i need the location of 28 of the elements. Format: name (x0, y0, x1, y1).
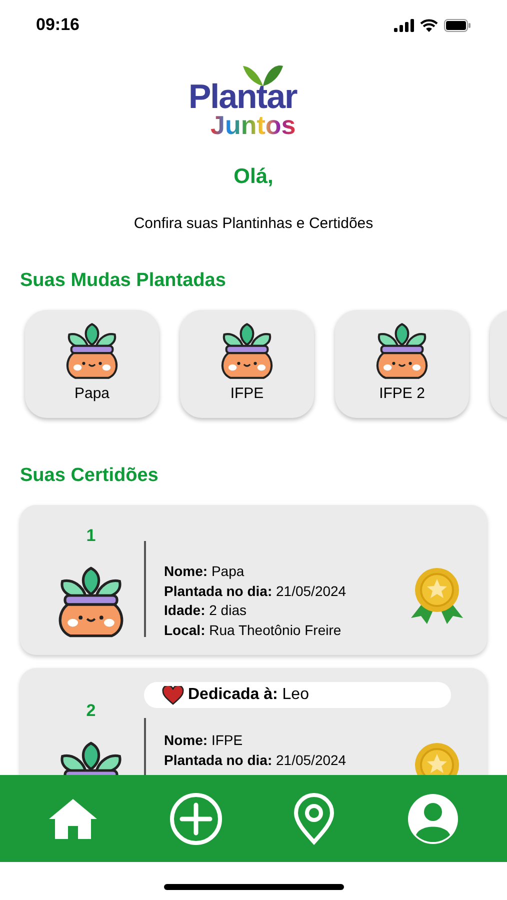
dedication-text: Dedicada à: Leo (188, 685, 309, 705)
status-time: 09:16 (36, 14, 80, 36)
certificate-number: 1 (86, 525, 96, 547)
heart-icon (162, 686, 184, 704)
certificate-number: 2 (86, 700, 96, 722)
location-pin-icon[interactable] (292, 792, 336, 844)
greeting: Olá, (234, 164, 274, 190)
wifi-icon (420, 18, 438, 32)
battery-icon (444, 18, 471, 32)
section-title: Suas Mudas Plantadas (20, 270, 226, 291)
certificate-detail: Nome: IFPE (164, 731, 244, 750)
plant-card[interactable]: Papa (25, 310, 159, 418)
certificate-detail: Plantada no dia: 21/05/2024 (164, 750, 346, 770)
home-icon[interactable] (46, 796, 99, 840)
certificate-detail: Nome: Papa (164, 562, 246, 581)
plant-card[interactable]: IFPE (180, 310, 314, 418)
plant-card[interactable]: IFPE 2 (335, 310, 469, 418)
certificate-card[interactable]: 2 Dedicada à: Leo Nome: IFPE Plantada no dia: 21/05/2024 (20, 668, 487, 775)
certificate-detail: Local: Rua Theotônio Freire (164, 620, 342, 640)
logo: Plantar Juntos (188, 62, 318, 137)
certificate-detail: Idade: 2 dias (164, 601, 248, 620)
add-icon[interactable] (168, 792, 223, 846)
signal-icon (394, 18, 414, 32)
section-title: Suas Certidões (20, 464, 158, 486)
subtitle: Confira suas Plantinhas e Certidões (134, 214, 374, 234)
profile-icon[interactable] (406, 792, 460, 846)
certificate-card[interactable]: 1 Nome: Papa Plantada no dia: 21/05/2024 Idade: 2 dias Local: Rua Theotônio Freire (20, 505, 487, 655)
certificate-detail: Plantada no dia: 21/05/2024 (164, 582, 346, 600)
